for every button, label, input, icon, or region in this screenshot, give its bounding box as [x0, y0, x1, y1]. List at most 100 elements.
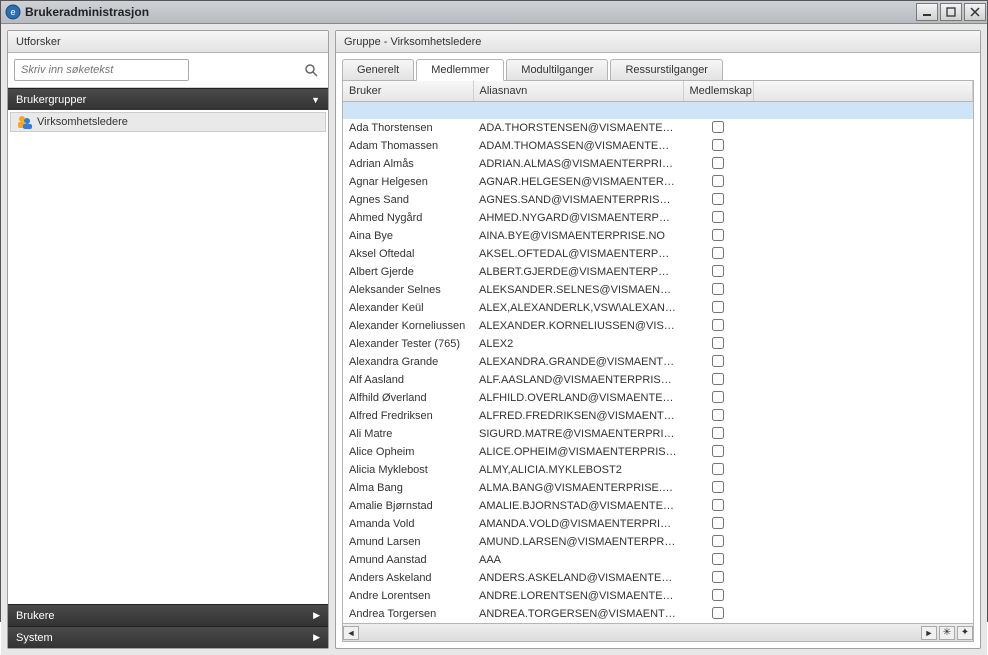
table-row[interactable]: Ada ThorstensenADA.THORSTENSEN@VISMAENTE… — [343, 119, 973, 137]
membership-checkbox[interactable] — [712, 265, 724, 277]
membership-checkbox[interactable] — [712, 337, 724, 349]
table-row[interactable]: Alicia MyklebostALMY,ALICIA.MYKLEBOST2 — [343, 461, 973, 479]
cell-alias: AGNES.SAND@VISMAENTERPRISE.NO — [473, 191, 683, 209]
scroll-right-button[interactable]: ► — [921, 626, 937, 640]
cell-bruker: Amund Larsen — [343, 533, 473, 551]
close-button[interactable] — [964, 3, 986, 21]
cell-bruker: Albert Gjerde — [343, 263, 473, 281]
table-row[interactable]: Alice OpheimALICE.OPHEIM@VISMAENTERPRISE… — [343, 443, 973, 461]
membership-checkbox[interactable] — [712, 463, 724, 475]
membership-checkbox[interactable] — [712, 517, 724, 529]
tab-medlemmer[interactable]: Medlemmer — [416, 59, 504, 81]
table-row[interactable]: Adam ThomassenADAM.THOMASSEN@VISMAENTERP… — [343, 137, 973, 155]
cell-alias: ADRIAN.ALMAS@VISMAENTERPRISE.NO — [473, 155, 683, 173]
cell-bruker: Alexander Keül — [343, 299, 473, 317]
app-icon: e — [5, 4, 21, 20]
window-controls — [915, 1, 987, 23]
table-row[interactable]: Amalie BjørnstadAMALIE.BJORNSTAD@VISMAEN… — [343, 497, 973, 515]
detail-body: Generelt Medlemmer Modultilganger Ressur… — [336, 53, 980, 648]
explorer-accordion: Brukergrupper ▼ Virksomhetsledere — [8, 88, 328, 648]
membership-checkbox[interactable] — [712, 139, 724, 151]
cell-medlemskap — [683, 425, 753, 443]
membership-checkbox[interactable] — [712, 589, 724, 601]
maximize-button[interactable] — [940, 3, 962, 21]
col-medlemskap[interactable]: Medlemskap — [683, 81, 753, 101]
table-row[interactable]: Alexander KeülALEX,ALEXANDERLK,VSW\ALEXA… — [343, 299, 973, 317]
membership-checkbox[interactable] — [712, 571, 724, 583]
cell-bruker: Alexandra Grande — [343, 353, 473, 371]
table-row[interactable]: Aksel OftedalAKSEL.OFTEDAL@VISMAENTERPRI… — [343, 245, 973, 263]
membership-checkbox[interactable] — [712, 481, 724, 493]
cell-medlemskap — [683, 227, 753, 245]
membership-checkbox[interactable] — [712, 121, 724, 133]
table-row[interactable]: Amanda VoldAMANDA.VOLD@VISMAENTERPRISE.N… — [343, 515, 973, 533]
table-row[interactable]: Amund AanstadAAA — [343, 551, 973, 569]
table-row[interactable]: Aina ByeAINA.BYE@VISMAENTERPRISE.NO — [343, 227, 973, 245]
table-row[interactable]: Agnar HelgesenAGNAR.HELGESEN@VISMAENTERP… — [343, 173, 973, 191]
table-row[interactable]: Alexander Tester (765)ALEX2 — [343, 335, 973, 353]
tab-ressurstilganger[interactable]: Ressurstilganger — [610, 59, 723, 80]
membership-checkbox[interactable] — [712, 283, 724, 295]
table-row[interactable]: Anders AskelandANDERS.ASKELAND@VISMAENTE… — [343, 569, 973, 587]
col-aliasnavn[interactable]: Aliasnavn — [473, 81, 683, 101]
section-brukere: Brukere ▶ — [8, 604, 328, 626]
section-system-header[interactable]: System ▶ — [8, 626, 328, 648]
table-row[interactable]: Alfred FredriksenALFRED.FREDRIKSEN@VISMA… — [343, 407, 973, 425]
grid-header-row: Bruker Aliasnavn Medlemskap — [343, 81, 973, 101]
membership-checkbox[interactable] — [712, 607, 724, 619]
membership-checkbox[interactable] — [712, 427, 724, 439]
tab-modultilganger[interactable]: Modultilganger — [506, 59, 608, 80]
table-row[interactable]: Albert GjerdeALBERT.GJERDE@VISMAENTERPRI… — [343, 263, 973, 281]
membership-checkbox[interactable] — [712, 193, 724, 205]
col-bruker[interactable]: Bruker — [343, 81, 473, 101]
membership-checkbox[interactable] — [712, 301, 724, 313]
section-brukergrupper-header[interactable]: Brukergrupper ▼ — [8, 88, 328, 110]
membership-checkbox[interactable] — [712, 409, 724, 421]
minimize-button[interactable] — [916, 3, 938, 21]
membership-checkbox[interactable] — [712, 229, 724, 241]
membership-checkbox[interactable] — [712, 355, 724, 367]
membership-checkbox[interactable] — [712, 319, 724, 331]
table-row[interactable]: Andrea TorgersenANDREA.TORGERSEN@VISMAEN… — [343, 605, 973, 623]
cell-alias: ADAM.THOMASSEN@VISMAENTERPRISE.N — [473, 137, 683, 155]
cell-medlemskap — [683, 155, 753, 173]
table-row[interactable]: Adrian AlmåsADRIAN.ALMAS@VISMAENTERPRISE… — [343, 155, 973, 173]
group-virksomhetsledere[interactable]: Virksomhetsledere — [10, 112, 326, 132]
section-system: System ▶ — [8, 626, 328, 648]
section-brukere-header[interactable]: Brukere ▶ — [8, 604, 328, 626]
table-row[interactable]: Amund LarsenAMUND.LARSEN@VISMAENTERPRISE… — [343, 533, 973, 551]
scroll-left-button[interactable]: ◄ — [343, 626, 359, 640]
table-row[interactable]: Alf AaslandALF.AASLAND@VISMAENTERPRISE.N… — [343, 371, 973, 389]
grid-tool-collapse[interactable]: ✳ — [939, 626, 955, 640]
cell-bruker: Alma Bang — [343, 479, 473, 497]
membership-checkbox[interactable] — [712, 445, 724, 457]
table-row[interactable]: Agnes SandAGNES.SAND@VISMAENTERPRISE.NO — [343, 191, 973, 209]
table-row[interactable]: Ahmed NygårdAHMED.NYGARD@VISMAENTERPRISE… — [343, 209, 973, 227]
table-row[interactable]: Alexandra GrandeALEXANDRA.GRANDE@VISMAEN… — [343, 353, 973, 371]
cell-medlemskap — [683, 281, 753, 299]
chevron-right-icon: ▶ — [313, 610, 320, 621]
membership-checkbox[interactable] — [712, 211, 724, 223]
membership-checkbox[interactable] — [712, 157, 724, 169]
table-row[interactable]: Alexander KorneliussenALEXANDER.KORNELIU… — [343, 317, 973, 335]
membership-checkbox[interactable] — [712, 553, 724, 565]
table-row[interactable]: Andre LorentsenANDRE.LORENTSEN@VISMAENTE… — [343, 587, 973, 605]
membership-checkbox[interactable] — [712, 175, 724, 187]
membership-checkbox[interactable] — [712, 373, 724, 385]
membership-checkbox[interactable] — [712, 391, 724, 403]
grid-selected-row[interactable] — [343, 101, 973, 119]
grid-tool-expand[interactable]: ✦ — [957, 626, 973, 640]
cell-medlemskap — [683, 479, 753, 497]
membership-checkbox[interactable] — [712, 535, 724, 547]
cell-bruker: Adam Thomassen — [343, 137, 473, 155]
search-input[interactable] — [14, 59, 189, 81]
table-row[interactable]: Alfhild ØverlandALFHILD.OVERLAND@VISMAEN… — [343, 389, 973, 407]
search-icon[interactable] — [303, 62, 319, 78]
cell-medlemskap — [683, 443, 753, 461]
membership-checkbox[interactable] — [712, 247, 724, 259]
table-row[interactable]: Ali MatreSIGURD.MATRE@VISMAENTERPRISE.NO — [343, 425, 973, 443]
tab-generelt[interactable]: Generelt — [342, 59, 414, 80]
membership-checkbox[interactable] — [712, 499, 724, 511]
table-row[interactable]: Aleksander SelnesALEKSANDER.SELNES@VISMA… — [343, 281, 973, 299]
table-row[interactable]: Alma BangALMA.BANG@VISMAENTERPRISE.NO — [343, 479, 973, 497]
